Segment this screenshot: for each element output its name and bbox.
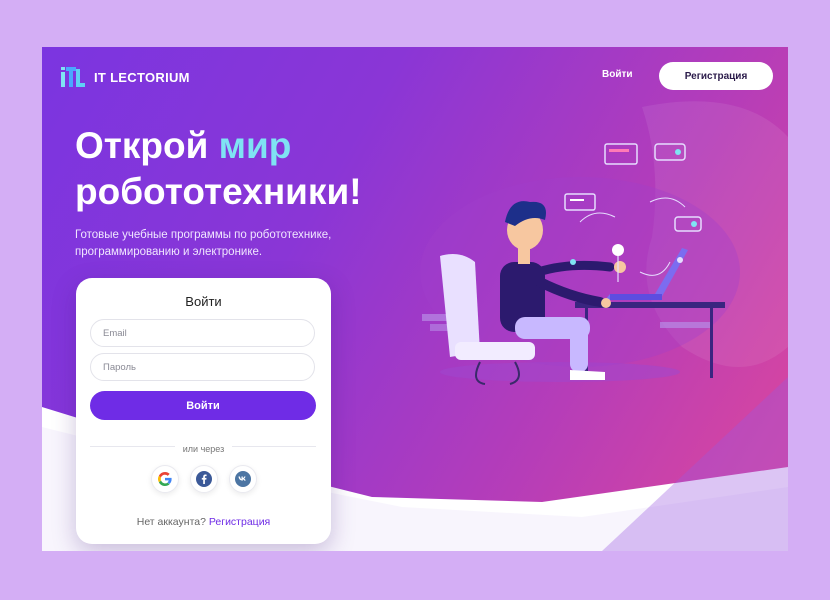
brand-name: IT LECTORIUM [94, 69, 190, 85]
facebook-icon [196, 471, 212, 487]
no-account-text: Нет аккаунта? [136, 516, 206, 528]
landing-page: IT LECTORIUM Войти Регистрация Открой ми… [42, 47, 788, 551]
vk-icon [235, 471, 251, 487]
hero-title-accent: мир [218, 125, 292, 166]
divider-text: или через [174, 444, 233, 454]
developer-illustration [420, 143, 740, 385]
itl-logo-icon [61, 67, 85, 87]
google-login-button[interactable] [151, 465, 179, 493]
card-register-link[interactable]: Регистрация [209, 516, 270, 528]
login-card-title: Войти [185, 294, 222, 309]
header-register-button[interactable]: Регистрация [659, 62, 773, 90]
hero-title-part1: Открой [75, 125, 219, 166]
facebook-login-button[interactable] [190, 465, 218, 493]
header-login-link[interactable]: Войти [602, 69, 633, 80]
google-icon [158, 472, 172, 486]
no-account-row: Нет аккаунта? Регистрация [76, 516, 331, 528]
login-submit-button[interactable]: Войти [90, 391, 316, 420]
hero-subtitle: Готовые учебные программы по робототехни… [75, 229, 332, 258]
divider: или через [76, 439, 331, 457]
vk-login-button[interactable] [229, 465, 257, 493]
hero-title-part2: робототехники! [75, 171, 362, 212]
email-input[interactable] [90, 319, 315, 347]
brand-logo[interactable]: IT LECTORIUM [58, 63, 190, 91]
login-card: Войти Войти или через Нет а [76, 278, 331, 544]
password-input[interactable] [90, 353, 315, 381]
hero-title: Открой мир робототехники! [75, 123, 435, 215]
